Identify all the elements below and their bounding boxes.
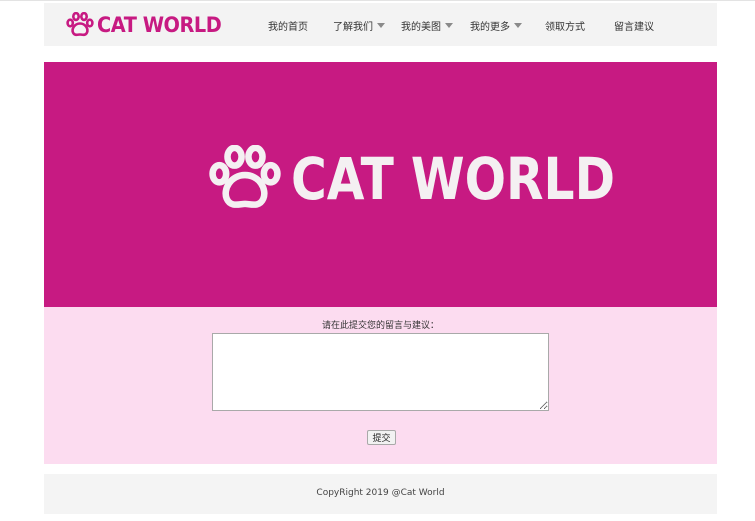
brand-logo[interactable]: CAT WORLD	[66, 10, 232, 40]
nav-item-feedback[interactable]: 留言建议	[614, 18, 654, 33]
form-label: 请在此提交您的留言与建议：	[321, 321, 439, 331]
nav-item-label: 我的更多	[470, 22, 510, 33]
submit-button[interactable]: 提交	[367, 430, 396, 445]
paw-icon	[209, 145, 281, 208]
copyright-text: CopyRight 2019 @Cat World	[316, 488, 445, 498]
nav-item-gallery[interactable]: 我的美图	[401, 18, 453, 33]
chevron-down-icon	[377, 23, 385, 28]
hero-banner: CAT WORLD	[44, 62, 717, 307]
hero-logo: CAT WORLD	[207, 145, 677, 213]
paw-icon	[66, 12, 94, 37]
nav-item-home[interactable]: 我的首页	[268, 18, 308, 33]
footer: CopyRight 2019 @Cat World	[44, 474, 717, 514]
top-divider	[0, 0, 755, 1]
nav-item-about[interactable]: 了解我们	[333, 18, 385, 33]
header: CAT WORLD 我的首页 了解我们 我的美图 我的更多 领取方式 留言建议	[44, 3, 717, 46]
nav-item-more[interactable]: 我的更多	[470, 18, 522, 33]
feedback-form: 请在此提交您的留言与建议： 提交	[44, 307, 717, 464]
brand-name: CAT WORLD	[97, 13, 222, 37]
nav-item-label: 我的美图	[401, 22, 441, 33]
message-textarea[interactable]	[212, 333, 549, 411]
nav-item-label: 留言建议	[614, 22, 654, 33]
page: CAT WORLD 我的首页 了解我们 我的美图 我的更多 领取方式 留言建议	[0, 0, 755, 521]
hero-title: CAT WORLD	[291, 145, 616, 213]
nav-item-claim[interactable]: 领取方式	[545, 18, 585, 33]
chevron-down-icon	[445, 23, 453, 28]
chevron-down-icon	[514, 23, 522, 28]
nav-item-label: 了解我们	[333, 22, 373, 33]
nav-item-label: 领取方式	[545, 22, 585, 33]
nav-item-label: 我的首页	[268, 22, 308, 33]
